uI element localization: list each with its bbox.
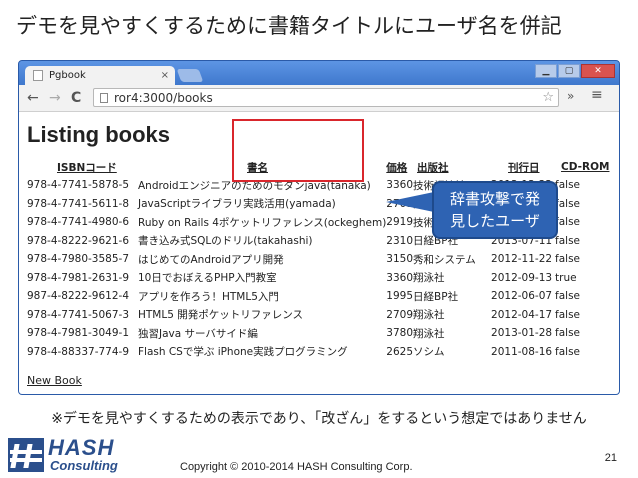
forward-arrow-icon[interactable]: → [49,89,61,107]
table-row: 987-4-8222-9612-4 アプリを作ろう！HTML5入門 1995 日経BP… [27,287,609,306]
cell-cdrom: false [555,216,581,229]
table-row: 978-4-7981-3049-1 独習Java サーバサイド編 3780 翔泳社 20… [27,324,609,343]
cell-title: 10日でおぼえるPHP入門教室 [138,272,277,285]
cell-publisher: 翔泳社 [413,309,445,322]
column-header-isbn: ISBNコード [57,161,117,174]
cell-isbn: 987-4-8222-9612-4 [27,290,130,303]
cell-price: 2709 [386,308,414,321]
page-icon [100,93,108,103]
cell-cdrom: false [555,290,581,303]
tab-bar: Pgbook × ▁ ▢ ✕ [19,61,619,85]
cell-date: 2012-09-13 [491,271,553,284]
menu-icon[interactable]: ≡ [591,87,603,103]
logo-word: HASH [48,435,115,460]
cell-title: HTML5 開発ポケットリファレンス [138,309,304,322]
logo-sub: Consulting [50,458,118,473]
hash-logo-mark-icon [8,438,44,472]
cell-isbn: 978-4-7741-5611-8 [27,197,130,210]
cell-date: 2011-08-16 [491,345,553,358]
cell-isbn: 978-4-7741-4980-6 [27,216,130,229]
close-window-button[interactable]: ✕ [581,64,615,78]
cell-publisher: ソシム [413,346,445,359]
cell-date: 2012-06-07 [491,290,553,303]
hash-consulting-logo: HASH Consulting [6,436,136,474]
cell-price: 3780 [386,327,414,340]
cell-isbn: 978-4-7981-2631-9 [27,271,130,284]
cell-title: JavaScriptライブラリ実践活用(yamada) [138,198,336,211]
cell-price: 3150 [386,253,414,266]
cell-date: 2013-01-28 [491,327,553,340]
cell-publisher: 日経BP社 [413,290,459,303]
cell-price: 2625 [386,345,414,358]
cell-cdrom: false [555,327,581,340]
maximize-button[interactable]: ▢ [558,64,580,78]
window-controls: ▁ ▢ ✕ [535,64,615,78]
disclaimer-note: ※デモを見やすくするための表示であり、「改ざん」をするという想定ではありません [51,411,587,427]
cell-price: 2310 [386,234,414,247]
browser-toolbar: ← → C ror4:3000/books ☆ » ≡ [19,85,619,112]
address-bar[interactable]: ror4:3000/books ☆ [93,88,559,107]
tab-pgbook[interactable]: Pgbook × [25,66,175,85]
cell-publisher: 翔泳社 [413,327,445,340]
page-number: 21 [604,452,617,464]
cell-title: 書き込み式SQLのドリル(takahashi) [138,235,313,248]
table-row: 978-4-7741-5067-3 HTML5 開発ポケットリファレンス 2709 翔… [27,306,609,325]
back-arrow-icon[interactable]: ← [27,89,39,107]
cell-price: 3360 [386,271,414,284]
reload-icon[interactable]: C [71,89,81,107]
table-row: 978-4-88337-774-9 Flash CSで学ぶ iPhone実践プログ… [27,343,609,362]
cell-title: アプリを作ろう！HTML5入門 [138,290,279,303]
cell-isbn: 978-4-7741-5878-5 [27,179,130,192]
cell-cdrom: false [555,253,581,266]
column-header-cdrom: CD-ROM [561,161,610,173]
bookmark-star-icon[interactable]: ☆ [542,88,554,107]
cell-date: 2012-04-17 [491,308,553,321]
cell-isbn: 978-4-7980-3585-7 [27,253,130,266]
cell-publisher: 翔泳社 [413,272,445,285]
cell-isbn: 978-4-8222-9621-6 [27,234,130,247]
cell-cdrom: false [555,234,581,247]
copyright-text: Copyright © 2010-2014 HASH Consulting Co… [180,461,413,473]
tab-close-icon[interactable]: × [161,66,169,85]
new-tab-button[interactable] [176,69,204,82]
page-favicon-icon [33,70,43,81]
column-header-price: 価格 [386,161,408,174]
column-header-date: 刊行日 [508,161,540,174]
cell-date: 2012-11-22 [491,253,553,266]
table-row: 978-4-7980-3585-7 はじめてのAndroidアプリ開発 3150 秀和… [27,250,609,269]
page-heading: Listing books [27,122,170,147]
cell-isbn: 978-4-88337-774-9 [27,345,130,358]
cell-cdrom: true [555,271,577,284]
cell-title: 独習Java サーバサイド編 [138,327,258,340]
callout-dictionary-attack: 辞書攻撃で発 見したユーザ [432,181,558,239]
cell-title: はじめてのAndroidアプリ開発 [138,253,284,266]
minimize-button[interactable]: ▁ [535,64,557,78]
cell-price: 1995 [386,290,414,303]
extensions-chevron-icon[interactable]: » [567,89,574,103]
cell-publisher: 秀和システム [413,253,476,266]
cell-isbn: 978-4-7741-5067-3 [27,308,130,321]
cell-cdrom: false [555,345,581,358]
cell-cdrom: false [555,197,581,210]
username-highlight-box [232,119,364,182]
cell-price: 2919 [386,216,414,229]
cell-cdrom: false [555,179,581,192]
callout-tail [386,192,434,212]
tab-label: Pgbook [49,70,86,81]
cell-title: Ruby on Rails 4ポケットリファレンス(ockeghem) [138,216,387,229]
column-header-publisher: 出版社 [417,161,449,174]
cell-title: Flash CSで学ぶ iPhone実践プログラミング [138,346,348,359]
cell-cdrom: false [555,308,581,321]
table-row: 978-4-7981-2631-9 10日でおぼえるPHP入門教室 3360 翔泳社 2… [27,269,609,288]
new-book-link[interactable]: New Book [27,374,82,387]
url-text: ror4:3000/books [114,91,213,105]
cell-isbn: 978-4-7981-3049-1 [27,327,130,340]
slide-title: デモを見やすくするために書籍タイトルにユーザ名を併記 [16,14,562,38]
